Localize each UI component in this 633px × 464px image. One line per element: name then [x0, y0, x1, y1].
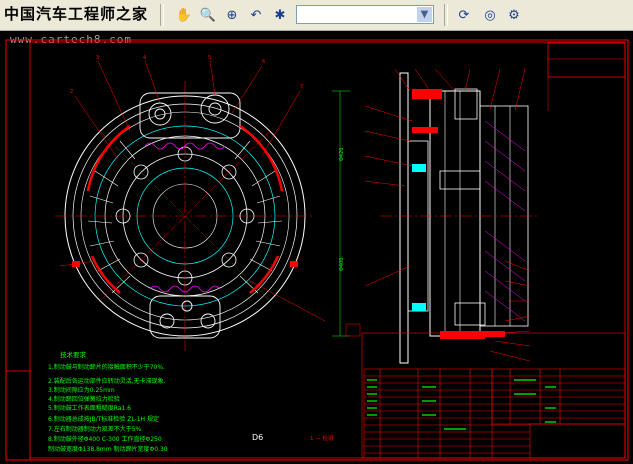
svg-text:4: 4 [143, 55, 146, 61]
dimension-vertical [332, 90, 350, 337]
svg-text:Φ400: Φ400 [339, 258, 345, 271]
site-title-watermark: 中国汽车工程师之家 [4, 5, 149, 23]
chevron-down-icon[interactable]: ▼ [417, 7, 432, 22]
brake-front-view: 2 3 4 5 6 7 [55, 55, 326, 351]
named-views-icon[interactable]: ✱ [270, 5, 290, 25]
note-line: 8.制动鼓外径Φ400 C-300 工作直径Φ250 [48, 435, 162, 443]
svg-text:6: 6 [262, 59, 265, 65]
svg-text:7: 7 [300, 84, 303, 90]
orbit-icon[interactable]: ⟳ [454, 5, 474, 25]
toolbar-separator [444, 4, 448, 26]
zoom-window-icon[interactable]: ⊕ [222, 5, 242, 25]
svg-text:2: 2 [70, 89, 73, 95]
note-line: 制动鼓宽度Φ138.8mm 制动蹄片宽度Φ0.30 [48, 445, 168, 453]
legend-mark: 1 — 检测 [310, 434, 334, 442]
title-block-text-marks [367, 379, 556, 430]
layer-dropdown[interactable]: ▼ [296, 5, 434, 24]
note-line: 7.左右制动器制动力矩差不大于5% [48, 425, 142, 433]
brake-section-view [364, 68, 540, 364]
note-line: 2.装配后各运动部件应转动灵活,无卡滞现象. [48, 377, 166, 385]
svg-text:Φ420: Φ420 [339, 148, 345, 161]
note-line: 4.制动蹄回位弹簧拉力检验 [48, 395, 120, 403]
technical-notes: 技术要求 1.制动鼓与制动蹄片的接触面积不少于70%. 2.装配后各运动部件应转… [48, 350, 334, 453]
svg-text:3: 3 [96, 55, 99, 61]
note-line: 3.制动间隙应为0.25mm [48, 386, 115, 394]
properties-icon[interactable]: ⚙ [504, 5, 524, 25]
orbit-free-icon[interactable]: ◎ [480, 5, 500, 25]
notes-title: 技术要求 [60, 350, 87, 359]
pan-icon[interactable]: ✋ [174, 5, 194, 25]
note-line: 5.制动鼓工作表面粗糙度Ra1.6 [48, 404, 131, 412]
svg-text:5: 5 [208, 55, 211, 61]
toolbar-separator [160, 4, 164, 26]
zoom-previous-icon[interactable]: ↶ [246, 5, 266, 25]
note-line: 6.制动器总成按JB/T标准检验 ZL-1H 规定 [48, 415, 159, 423]
side-stamp-box [5, 370, 31, 461]
note-line: 1.制动鼓与制动蹄片的接触面积不少于70%. [48, 363, 165, 371]
drawing-canvas[interactable]: 2 3 4 5 6 7 Φ420 Φ400 技术要求 1.制动鼓与制动蹄片的接触面积不… [0, 31, 633, 464]
zoom-realtime-icon[interactable]: 🔍 [198, 5, 218, 25]
mark-d6: D6 [252, 433, 263, 442]
cad-toolbar: 中国汽车工程师之家 ✋ 🔍 ⊕ ↶ ✱ ▼ ⟳ ◎ ⚙ [0, 0, 633, 31]
